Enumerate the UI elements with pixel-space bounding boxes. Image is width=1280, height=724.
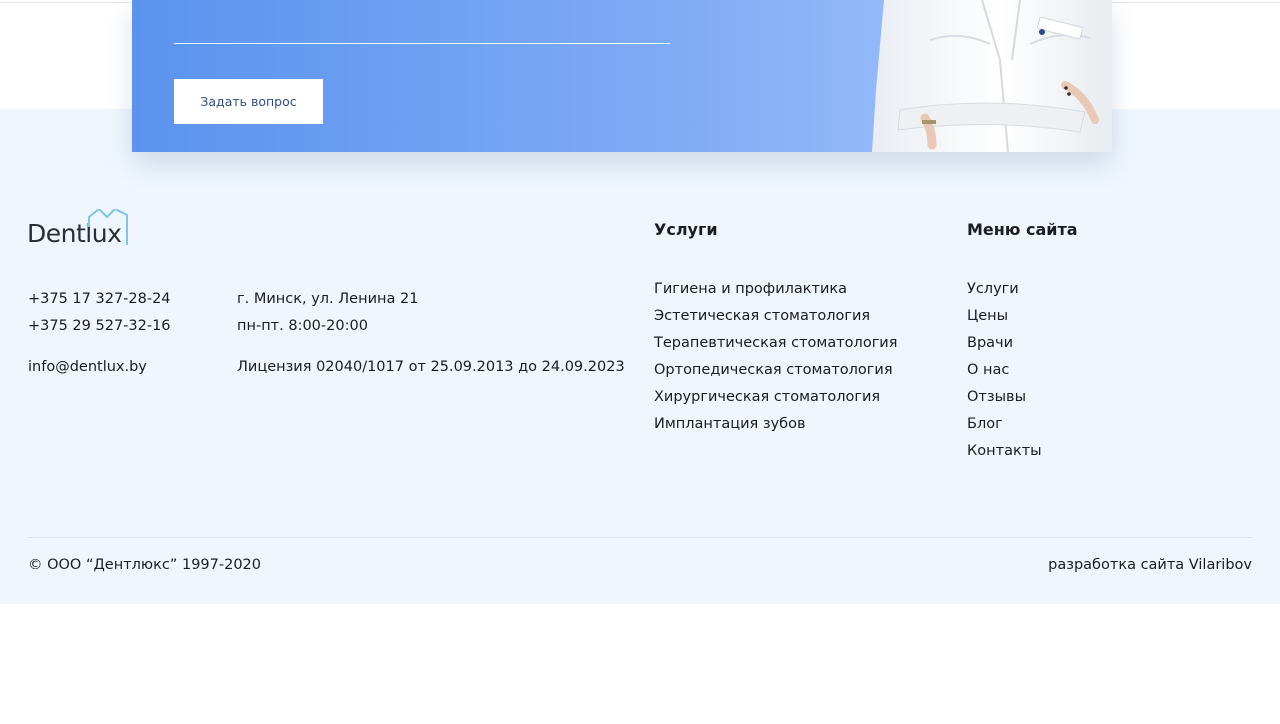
service-link[interactable]: Гигиена и профилактика — [654, 280, 897, 307]
site-menu-heading: Меню сайта — [967, 220, 1078, 239]
menu-link-about[interactable]: О нас — [967, 361, 1042, 388]
service-link[interactable]: Хирургическая стоматология — [654, 388, 897, 415]
ask-question-button[interactable]: Задать вопрос — [174, 79, 323, 124]
address: г. Минск, ул. Ленина 21 — [237, 291, 419, 307]
site-menu-list: Услуги Цены Врачи О нас Отзывы Блог Конт… — [967, 280, 1042, 469]
menu-link-reviews[interactable]: Отзывы — [967, 388, 1042, 415]
working-hours: пн-пт. 8:00-20:00 — [237, 318, 368, 334]
phone-2[interactable]: +375 29 527-32-16 — [28, 317, 171, 335]
menu-link-prices[interactable]: Цены — [967, 307, 1042, 334]
menu-link-services[interactable]: Услуги — [967, 280, 1042, 307]
service-link[interactable]: Терапевтическая стоматология — [654, 334, 897, 361]
copyright: © ООО “Дентлюкс” 1997-2020 — [28, 557, 262, 573]
services-list: Гигиена и профилактика Эстетическая стом… — [654, 280, 897, 442]
service-link[interactable]: Ортопедическая стоматология — [654, 361, 897, 388]
email-link[interactable]: info@dentlux.by — [28, 358, 147, 376]
question-banner: Задать вопрос — [132, 0, 1112, 152]
menu-link-contacts[interactable]: Контакты — [967, 442, 1042, 469]
footer-background — [0, 109, 1280, 604]
service-link[interactable]: Имплантация зубов — [654, 415, 897, 442]
input-underline — [174, 43, 670, 44]
footer-divider — [28, 537, 1252, 538]
service-link[interactable]: Эстетическая стоматология — [654, 307, 897, 334]
menu-link-doctors[interactable]: Врачи — [967, 334, 1042, 361]
dentlux-logo[interactable]: Dentlux — [27, 209, 137, 251]
developer-credit[interactable]: разработка сайта Vilaribov — [1048, 556, 1252, 574]
doctor-photo — [872, 0, 1112, 152]
license-info: Лицензия 02040/1017 от 25.09.2013 до 24.… — [237, 359, 625, 375]
menu-link-blog[interactable]: Блог — [967, 415, 1042, 442]
phone-1[interactable]: +375 17 327-28-24 — [28, 290, 171, 308]
services-heading: Услуги — [654, 220, 718, 239]
crown-icon — [88, 209, 128, 245]
